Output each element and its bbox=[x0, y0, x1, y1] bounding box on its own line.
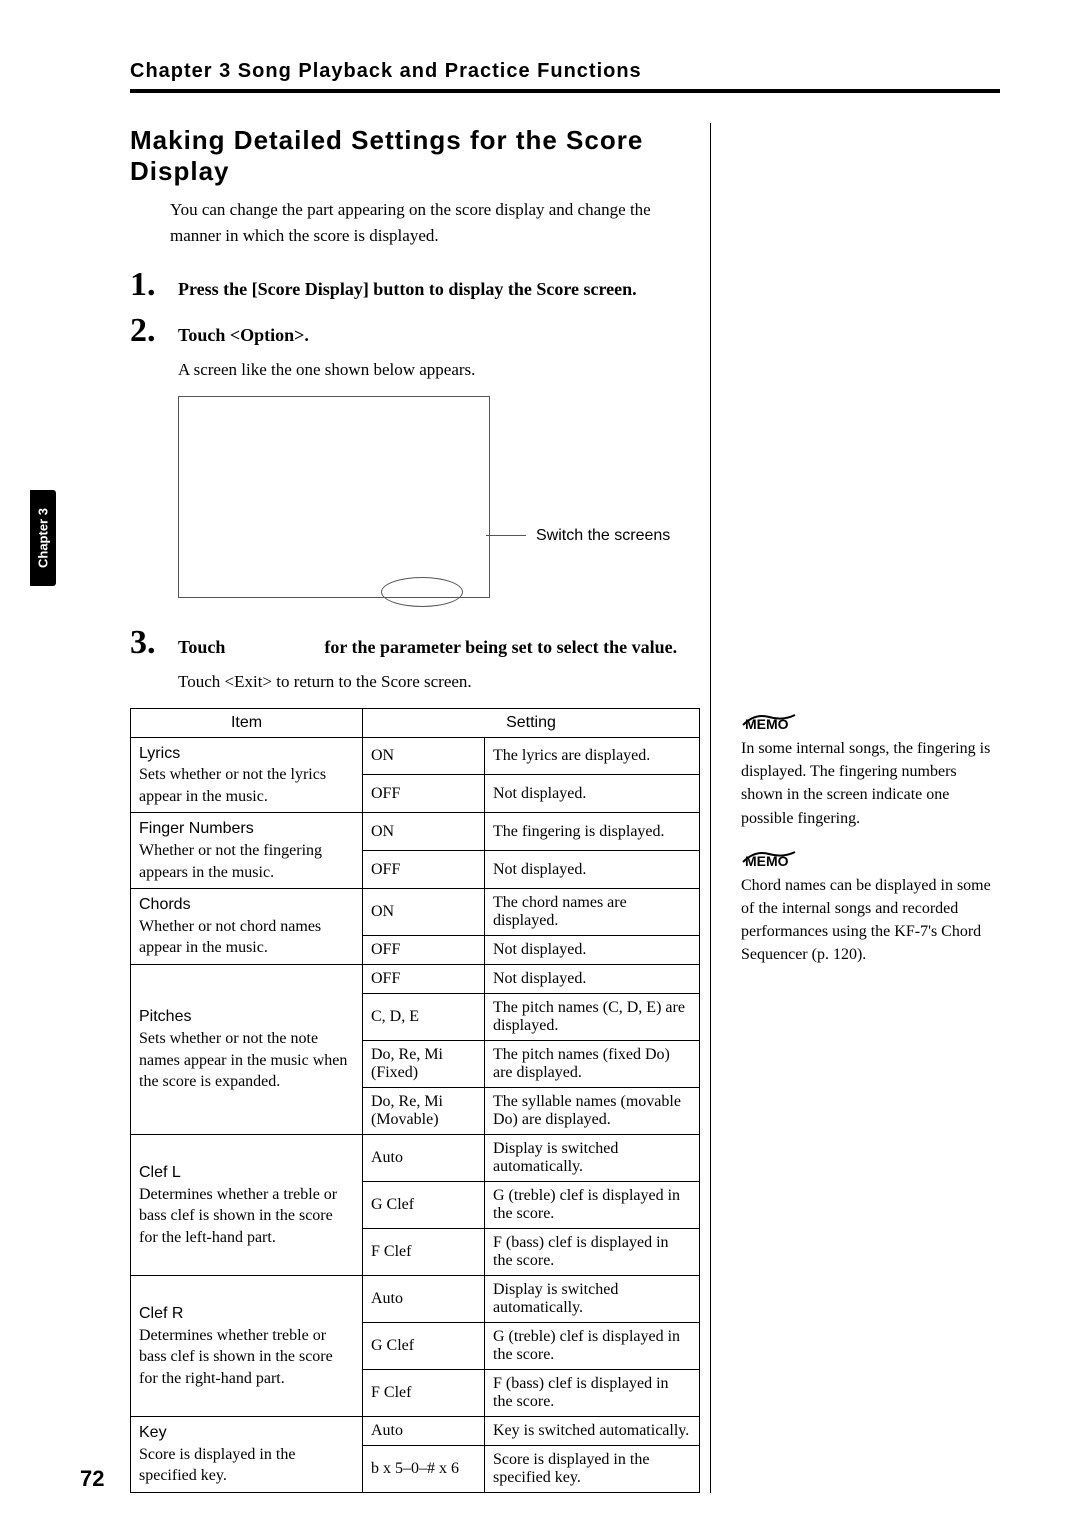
setting-desc: Display is switched automatically. bbox=[485, 1276, 700, 1323]
setting-value: F Clef bbox=[363, 1370, 485, 1417]
item-desc: Determines whether a treble or bass clef… bbox=[139, 1186, 337, 1246]
item-name: Chords bbox=[139, 894, 354, 916]
item-desc: Whether or not chord names appear in the… bbox=[139, 918, 321, 957]
svg-text:MEMO: MEMO bbox=[745, 853, 789, 869]
setting-value: Auto bbox=[363, 1276, 485, 1323]
step-number: 2. bbox=[130, 312, 178, 350]
setting-value: OFF bbox=[363, 775, 485, 813]
step-number: 3. bbox=[130, 624, 178, 662]
setting-value: G Clef bbox=[363, 1323, 485, 1370]
intro-text: You can change the part appearing on the… bbox=[170, 197, 700, 248]
section-title: Making Detailed Settings for the Score D… bbox=[130, 125, 700, 187]
item-name: Clef L bbox=[139, 1162, 354, 1184]
item-pitches: Pitches Sets whether or not the note nam… bbox=[131, 965, 363, 1135]
item-desc: Score is displayed in the specified key. bbox=[139, 1446, 295, 1485]
item-name: Finger Numbers bbox=[139, 818, 354, 840]
screenshot-figure: Switch the screens bbox=[178, 396, 700, 598]
callout-line bbox=[486, 535, 526, 536]
vertical-separator bbox=[710, 123, 711, 1493]
step-number: 1. bbox=[130, 266, 178, 304]
setting-desc: F (bass) clef is displayed in the score. bbox=[485, 1370, 700, 1417]
setting-desc: Not displayed. bbox=[485, 936, 700, 965]
setting-desc: Score is displayed in the specified key. bbox=[485, 1446, 700, 1493]
item-lyrics: Lyrics Sets whether or not the lyrics ap… bbox=[131, 737, 363, 813]
setting-desc: The chord names are displayed. bbox=[485, 889, 700, 936]
step-2-text: Touch <Option>. bbox=[178, 325, 309, 346]
table-row: Pitches Sets whether or not the note nam… bbox=[131, 965, 700, 994]
setting-value: Do, Re, Mi (Movable) bbox=[363, 1088, 485, 1135]
step-2-after: A screen like the one shown below appear… bbox=[178, 358, 700, 382]
table-row: Finger Numbers Whether or not the finger… bbox=[131, 813, 700, 851]
table-row: Key Score is displayed in the specified … bbox=[131, 1417, 700, 1446]
setting-desc: Key is switched automatically. bbox=[485, 1417, 700, 1446]
col-item: Item bbox=[131, 708, 363, 737]
setting-value: ON bbox=[363, 889, 485, 936]
memo-icon: MEMO bbox=[741, 848, 1000, 870]
setting-desc: Not displayed. bbox=[485, 851, 700, 889]
setting-value: Auto bbox=[363, 1135, 485, 1182]
step-2: 2. Touch <Option>. bbox=[130, 312, 700, 350]
setting-value: F Clef bbox=[363, 1229, 485, 1276]
setting-value: Auto bbox=[363, 1417, 485, 1446]
setting-desc: The pitch names (fixed Do) are displayed… bbox=[485, 1041, 700, 1088]
table-header-row: Item Setting bbox=[131, 708, 700, 737]
step-3-after: Touch <Exit> to return to the Score scre… bbox=[178, 670, 700, 694]
step-3-text: Touch for the parameter being set to sel… bbox=[178, 637, 677, 658]
table-row: Clef R Determines whether treble or bass… bbox=[131, 1276, 700, 1323]
step-3-pre: Touch bbox=[178, 637, 230, 657]
memo-note-2: Chord names can be displayed in some of … bbox=[741, 874, 1000, 967]
item-chords: Chords Whether or not chord names appear… bbox=[131, 889, 363, 965]
item-name: Lyrics bbox=[139, 743, 354, 765]
setting-value: G Clef bbox=[363, 1182, 485, 1229]
step-3-post: for the parameter being set to select th… bbox=[324, 637, 677, 657]
setting-desc: F (bass) clef is displayed in the score. bbox=[485, 1229, 700, 1276]
svg-text:MEMO: MEMO bbox=[745, 716, 789, 732]
screenshot-placeholder bbox=[178, 396, 490, 598]
item-name: Pitches bbox=[139, 1006, 354, 1028]
table-row: Chords Whether or not chord names appear… bbox=[131, 889, 700, 936]
col-setting: Setting bbox=[363, 708, 700, 737]
step-1-text: Press the [Score Display] button to disp… bbox=[178, 279, 637, 300]
item-desc: Whether or not the fingering appears in … bbox=[139, 842, 322, 881]
item-desc: Sets whether or not the lyrics appear in… bbox=[139, 766, 326, 805]
setting-value: C, D, E bbox=[363, 994, 485, 1041]
table-row: Clef L Determines whether a treble or ba… bbox=[131, 1135, 700, 1182]
settings-table: Item Setting Lyrics Sets whether or not … bbox=[130, 708, 700, 1494]
item-key: Key Score is displayed in the specified … bbox=[131, 1417, 363, 1493]
step-1: 1. Press the [Score Display] button to d… bbox=[130, 266, 700, 304]
figure-caption: Switch the screens bbox=[536, 527, 670, 545]
setting-desc: G (treble) clef is displayed in the scor… bbox=[485, 1323, 700, 1370]
memo-note-1: In some internal songs, the fingering is… bbox=[741, 737, 1000, 830]
chapter-header: Chapter 3 Song Playback and Practice Fun… bbox=[130, 60, 1000, 83]
setting-desc: Not displayed. bbox=[485, 965, 700, 994]
memo-icon: MEMO bbox=[741, 711, 1000, 733]
setting-value: ON bbox=[363, 813, 485, 851]
chapter-tab: Chapter 3 bbox=[30, 490, 56, 586]
setting-value: OFF bbox=[363, 936, 485, 965]
item-clef-r: Clef R Determines whether treble or bass… bbox=[131, 1276, 363, 1417]
page-number: 72 bbox=[80, 1466, 104, 1492]
table-row: Lyrics Sets whether or not the lyrics ap… bbox=[131, 737, 700, 775]
item-desc: Determines whether treble or bass clef i… bbox=[139, 1327, 333, 1387]
setting-desc: The pitch names (C, D, E) are displayed. bbox=[485, 994, 700, 1041]
setting-value: OFF bbox=[363, 851, 485, 889]
setting-value: b x 5–0–# x 6 bbox=[363, 1446, 485, 1493]
setting-desc: The fingering is displayed. bbox=[485, 813, 700, 851]
item-desc: Sets whether or not the note names appea… bbox=[139, 1030, 347, 1090]
item-clef-l: Clef L Determines whether a treble or ba… bbox=[131, 1135, 363, 1276]
setting-desc: The lyrics are displayed. bbox=[485, 737, 700, 775]
setting-desc: The syllable names (movable Do) are disp… bbox=[485, 1088, 700, 1135]
item-finger: Finger Numbers Whether or not the finger… bbox=[131, 813, 363, 889]
setting-value: Do, Re, Mi (Fixed) bbox=[363, 1041, 485, 1088]
setting-desc: Not displayed. bbox=[485, 775, 700, 813]
setting-desc: G (treble) clef is displayed in the scor… bbox=[485, 1182, 700, 1229]
setting-desc: Display is switched automatically. bbox=[485, 1135, 700, 1182]
callout-ellipse bbox=[381, 577, 463, 607]
item-name: Key bbox=[139, 1422, 354, 1444]
step-3: 3. Touch for the parameter being set to … bbox=[130, 624, 700, 662]
setting-value: ON bbox=[363, 737, 485, 775]
item-name: Clef R bbox=[139, 1303, 354, 1325]
setting-value: OFF bbox=[363, 965, 485, 994]
header-rule bbox=[130, 89, 1000, 93]
